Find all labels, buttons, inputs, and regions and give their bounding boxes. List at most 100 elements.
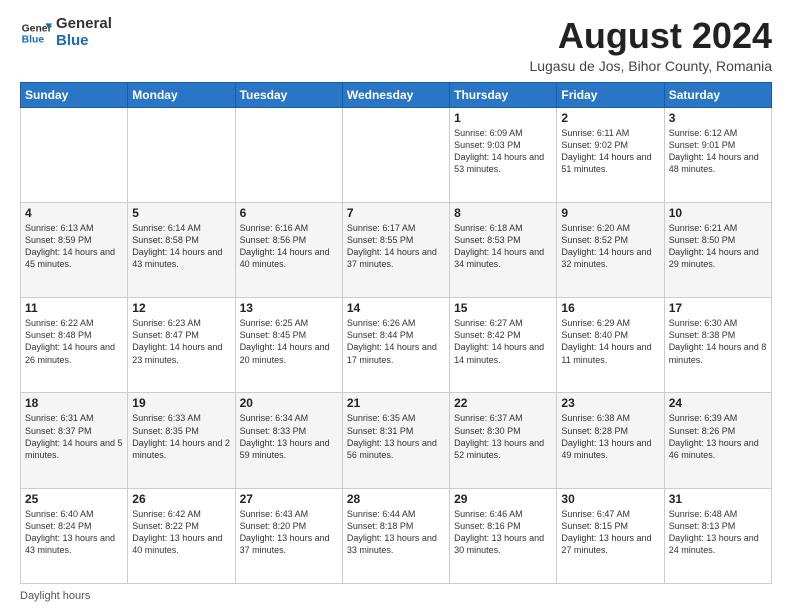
calendar-cell bbox=[235, 107, 342, 202]
day-number: 25 bbox=[25, 492, 123, 506]
calendar-cell: 16 Sunrise: 6:29 AM Sunset: 8:40 PM Dayli… bbox=[557, 298, 664, 393]
day-number: 11 bbox=[25, 301, 123, 315]
day-info: Sunrise: 6:23 AM Sunset: 8:47 PM Dayligh… bbox=[132, 317, 230, 366]
day-info: Sunrise: 6:29 AM Sunset: 8:40 PM Dayligh… bbox=[561, 317, 659, 366]
calendar-cell bbox=[128, 107, 235, 202]
day-number: 7 bbox=[347, 206, 445, 220]
day-number: 1 bbox=[454, 111, 552, 125]
calendar-cell: 13Sunrise: 6:25 AM Sunset: 8:45 PM Dayli… bbox=[235, 298, 342, 393]
calendar-cell bbox=[21, 107, 128, 202]
day-info: Sunrise: 6:18 AM Sunset: 8:53 PM Dayligh… bbox=[454, 222, 552, 271]
day-info: Sunrise: 6:16 AM Sunset: 8:56 PM Dayligh… bbox=[240, 222, 338, 271]
calendar-week-4: 25 Sunrise: 6:40 AM Sunset: 8:24 PM Dayli… bbox=[21, 488, 772, 583]
day-number: 22 bbox=[454, 396, 552, 410]
day-number: 19 bbox=[132, 396, 230, 410]
day-number: 29 bbox=[454, 492, 552, 506]
calendar-cell: 14 Sunrise: 6:26 AM Sunset: 8:44 PM Dayli… bbox=[342, 298, 449, 393]
day-number: 20 bbox=[240, 396, 338, 410]
logo-icon: General Blue bbox=[20, 17, 52, 49]
day-info: Sunrise: 6:38 AM Sunset: 8:28 PM Dayligh… bbox=[561, 412, 659, 461]
calendar-cell: 12Sunrise: 6:23 AM Sunset: 8:47 PM Dayli… bbox=[128, 298, 235, 393]
title-block: August 2024 Lugasu de Jos, Bihor County,… bbox=[529, 16, 772, 74]
day-info: Sunrise: 6:39 AM Sunset: 8:26 PM Dayligh… bbox=[669, 412, 767, 461]
day-info: Sunrise: 6:09 AM Sunset: 9:03 PM Dayligh… bbox=[454, 127, 552, 176]
calendar-cell: 19 Sunrise: 6:33 AM Sunset: 8:35 PM Dayli… bbox=[128, 393, 235, 488]
calendar-cell: 25 Sunrise: 6:40 AM Sunset: 8:24 PM Dayli… bbox=[21, 488, 128, 583]
calendar-cell: 31 Sunrise: 6:48 AM Sunset: 8:13 PM Dayli… bbox=[664, 488, 771, 583]
col-header-friday: Friday bbox=[557, 82, 664, 107]
col-header-sunday: Sunday bbox=[21, 82, 128, 107]
day-info: Sunrise: 6:44 AM Sunset: 8:18 PM Dayligh… bbox=[347, 508, 445, 557]
day-number: 10 bbox=[669, 206, 767, 220]
day-info: Sunrise: 6:40 AM Sunset: 8:24 PM Dayligh… bbox=[25, 508, 123, 557]
calendar-cell: 26Sunrise: 6:42 AM Sunset: 8:22 PM Dayli… bbox=[128, 488, 235, 583]
day-info: Sunrise: 6:25 AM Sunset: 8:45 PM Dayligh… bbox=[240, 317, 338, 366]
day-number: 31 bbox=[669, 492, 767, 506]
main-title: August 2024 bbox=[529, 16, 772, 56]
calendar-cell: 30 Sunrise: 6:47 AM Sunset: 8:15 PM Dayli… bbox=[557, 488, 664, 583]
calendar-cell: 11Sunrise: 6:22 AM Sunset: 8:48 PM Dayli… bbox=[21, 298, 128, 393]
calendar-cell: 28 Sunrise: 6:44 AM Sunset: 8:18 PM Dayli… bbox=[342, 488, 449, 583]
calendar-cell: 27Sunrise: 6:43 AM Sunset: 8:20 PM Dayli… bbox=[235, 488, 342, 583]
day-info: Sunrise: 6:21 AM Sunset: 8:50 PM Dayligh… bbox=[669, 222, 767, 271]
calendar-cell: 10 Sunrise: 6:21 AM Sunset: 8:50 PM Dayli… bbox=[664, 202, 771, 297]
day-info: Sunrise: 6:42 AM Sunset: 8:22 PM Dayligh… bbox=[132, 508, 230, 557]
day-info: Sunrise: 6:13 AM Sunset: 8:59 PM Dayligh… bbox=[25, 222, 123, 271]
calendar-cell: 7 Sunrise: 6:17 AM Sunset: 8:55 PM Daylig… bbox=[342, 202, 449, 297]
day-info: Sunrise: 6:31 AM Sunset: 8:37 PM Dayligh… bbox=[25, 412, 123, 461]
day-number: 4 bbox=[25, 206, 123, 220]
day-number: 28 bbox=[347, 492, 445, 506]
day-number: 16 bbox=[561, 301, 659, 315]
day-info: Sunrise: 6:34 AM Sunset: 8:33 PM Dayligh… bbox=[240, 412, 338, 461]
daylight-label: Daylight hours bbox=[20, 590, 90, 602]
day-number: 23 bbox=[561, 396, 659, 410]
page: General Blue General Blue August 2024 Lu… bbox=[0, 0, 792, 612]
day-number: 27 bbox=[240, 492, 338, 506]
day-number: 18 bbox=[25, 396, 123, 410]
calendar-week-0: 1 Sunrise: 6:09 AM Sunset: 9:03 PM Daylig… bbox=[21, 107, 772, 202]
day-info: Sunrise: 6:47 AM Sunset: 8:15 PM Dayligh… bbox=[561, 508, 659, 557]
day-number: 17 bbox=[669, 301, 767, 315]
calendar-cell: 1 Sunrise: 6:09 AM Sunset: 9:03 PM Daylig… bbox=[450, 107, 557, 202]
day-info: Sunrise: 6:48 AM Sunset: 8:13 PM Dayligh… bbox=[669, 508, 767, 557]
day-number: 2 bbox=[561, 111, 659, 125]
day-number: 6 bbox=[240, 206, 338, 220]
col-header-thursday: Thursday bbox=[450, 82, 557, 107]
day-info: Sunrise: 6:12 AM Sunset: 9:01 PM Dayligh… bbox=[669, 127, 767, 176]
day-number: 30 bbox=[561, 492, 659, 506]
calendar-cell: 4 Sunrise: 6:13 AM Sunset: 8:59 PM Daylig… bbox=[21, 202, 128, 297]
calendar-cell: 9Sunrise: 6:20 AM Sunset: 8:52 PM Daylig… bbox=[557, 202, 664, 297]
footer: Daylight hours bbox=[20, 590, 772, 602]
logo-general-text: General bbox=[56, 16, 112, 33]
calendar-cell: 15Sunrise: 6:27 AM Sunset: 8:42 PM Dayli… bbox=[450, 298, 557, 393]
day-number: 5 bbox=[132, 206, 230, 220]
calendar-cell: 22 Sunrise: 6:37 AM Sunset: 8:30 PM Dayli… bbox=[450, 393, 557, 488]
day-number: 15 bbox=[454, 301, 552, 315]
calendar-cell: 29Sunrise: 6:46 AM Sunset: 8:16 PM Dayli… bbox=[450, 488, 557, 583]
calendar-cell: 3Sunrise: 6:12 AM Sunset: 9:01 PM Daylig… bbox=[664, 107, 771, 202]
col-header-wednesday: Wednesday bbox=[342, 82, 449, 107]
day-info: Sunrise: 6:11 AM Sunset: 9:02 PM Dayligh… bbox=[561, 127, 659, 176]
calendar-cell: 23 Sunrise: 6:38 AM Sunset: 8:28 PM Dayli… bbox=[557, 393, 664, 488]
day-info: Sunrise: 6:17 AM Sunset: 8:55 PM Dayligh… bbox=[347, 222, 445, 271]
day-number: 21 bbox=[347, 396, 445, 410]
calendar-cell: 5Sunrise: 6:14 AM Sunset: 8:58 PM Daylig… bbox=[128, 202, 235, 297]
logo-blue-text: Blue bbox=[56, 33, 112, 50]
day-info: Sunrise: 6:26 AM Sunset: 8:44 PM Dayligh… bbox=[347, 317, 445, 366]
day-info: Sunrise: 6:37 AM Sunset: 8:30 PM Dayligh… bbox=[454, 412, 552, 461]
calendar-week-3: 18 Sunrise: 6:31 AM Sunset: 8:37 PM Dayli… bbox=[21, 393, 772, 488]
day-number: 14 bbox=[347, 301, 445, 315]
calendar-week-1: 4 Sunrise: 6:13 AM Sunset: 8:59 PM Daylig… bbox=[21, 202, 772, 297]
subtitle: Lugasu de Jos, Bihor County, Romania bbox=[529, 58, 772, 74]
col-header-tuesday: Tuesday bbox=[235, 82, 342, 107]
day-info: Sunrise: 6:33 AM Sunset: 8:35 PM Dayligh… bbox=[132, 412, 230, 461]
calendar-cell: 21Sunrise: 6:35 AM Sunset: 8:31 PM Dayli… bbox=[342, 393, 449, 488]
calendar-cell bbox=[342, 107, 449, 202]
calendar-cell: 6 Sunrise: 6:16 AM Sunset: 8:56 PM Daylig… bbox=[235, 202, 342, 297]
calendar-cell: 18 Sunrise: 6:31 AM Sunset: 8:37 PM Dayli… bbox=[21, 393, 128, 488]
calendar-week-2: 11Sunrise: 6:22 AM Sunset: 8:48 PM Dayli… bbox=[21, 298, 772, 393]
day-info: Sunrise: 6:20 AM Sunset: 8:52 PM Dayligh… bbox=[561, 222, 659, 271]
col-header-monday: Monday bbox=[128, 82, 235, 107]
calendar-table: SundayMondayTuesdayWednesdayThursdayFrid… bbox=[20, 82, 772, 584]
day-info: Sunrise: 6:30 AM Sunset: 8:38 PM Dayligh… bbox=[669, 317, 767, 366]
